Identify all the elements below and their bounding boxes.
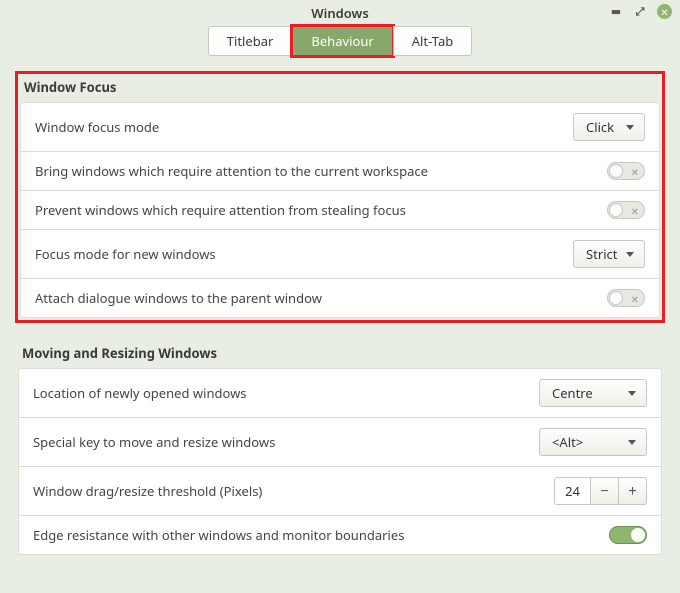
tab-behaviour-label: Behaviour bbox=[311, 32, 373, 50]
threshold-plus-button[interactable]: + bbox=[619, 477, 647, 505]
tab-titlebar[interactable]: Titlebar bbox=[208, 26, 293, 56]
tab-titlebar-label: Titlebar bbox=[227, 32, 274, 50]
edge-resistance-toggle[interactable] bbox=[609, 526, 647, 544]
maximize-icon[interactable]: ⤢ bbox=[633, 5, 647, 19]
tab-alttab[interactable]: Alt-Tab bbox=[393, 26, 473, 56]
tab-alttab-label: Alt-Tab bbox=[412, 32, 454, 50]
group-move-resize: Moving and Resizing Windows Location of … bbox=[18, 342, 662, 555]
row-threshold: Window drag/resize threshold (Pixels) 24… bbox=[18, 467, 662, 516]
special-key-value: <Alt> bbox=[552, 433, 583, 451]
close-icon[interactable]: ✕ bbox=[657, 4, 672, 19]
row-attach-dialogue: Attach dialogue windows to the parent wi… bbox=[20, 279, 660, 318]
edge-resistance-label: Edge resistance with other windows and m… bbox=[33, 526, 404, 544]
row-focus-mode: Window focus mode Click bbox=[20, 102, 660, 152]
special-key-label: Special key to move and resize windows bbox=[33, 433, 275, 451]
row-location: Location of newly opened windows Centre bbox=[18, 368, 662, 418]
group-title-move: Moving and Resizing Windows bbox=[18, 342, 662, 368]
row-new-focus-mode: Focus mode for new windows Strict bbox=[20, 230, 660, 279]
bring-attention-toggle[interactable]: ✕ bbox=[607, 162, 645, 180]
threshold-value[interactable]: 24 bbox=[554, 477, 591, 505]
prevent-steal-label: Prevent windows which require attention … bbox=[35, 201, 406, 219]
group-window-focus: Window Focus Window focus mode Click Bri… bbox=[18, 74, 662, 320]
chevron-down-icon bbox=[628, 440, 636, 445]
row-edge-resistance: Edge resistance with other windows and m… bbox=[18, 516, 662, 555]
chevron-down-icon bbox=[628, 391, 636, 396]
threshold-label: Window drag/resize threshold (Pixels) bbox=[33, 482, 262, 500]
tab-bar: Titlebar Behaviour Alt-Tab bbox=[0, 26, 680, 56]
focus-mode-dropdown[interactable]: Click bbox=[573, 113, 645, 141]
bring-attention-label: Bring windows which require attention to… bbox=[35, 162, 428, 180]
new-focus-mode-dropdown[interactable]: Strict bbox=[573, 240, 645, 268]
location-label: Location of newly opened windows bbox=[33, 384, 247, 402]
location-dropdown[interactable]: Centre bbox=[539, 379, 647, 407]
threshold-minus-button[interactable]: − bbox=[591, 477, 619, 505]
window-controls: ▬ ⤢ ✕ bbox=[609, 4, 672, 19]
new-focus-mode-value: Strict bbox=[586, 245, 618, 263]
threshold-spinner: 24 − + bbox=[554, 477, 647, 505]
new-focus-mode-label: Focus mode for new windows bbox=[35, 245, 216, 263]
window-title: Windows bbox=[311, 4, 368, 22]
location-value: Centre bbox=[552, 384, 593, 402]
prevent-steal-toggle[interactable]: ✕ bbox=[607, 201, 645, 219]
tab-behaviour[interactable]: Behaviour bbox=[292, 26, 392, 56]
row-special-key: Special key to move and resize windows <… bbox=[18, 418, 662, 467]
titlebar: Windows ▬ ⤢ ✕ bbox=[0, 0, 680, 26]
row-prevent-steal: Prevent windows which require attention … bbox=[20, 191, 660, 230]
chevron-down-icon bbox=[626, 125, 634, 130]
attach-dialogue-toggle[interactable]: ✕ bbox=[607, 289, 645, 307]
minimize-icon[interactable]: ▬ bbox=[609, 5, 623, 19]
chevron-down-icon bbox=[626, 252, 634, 257]
group-title-focus: Window Focus bbox=[20, 76, 660, 102]
special-key-dropdown[interactable]: <Alt> bbox=[539, 428, 647, 456]
row-bring-attention: Bring windows which require attention to… bbox=[20, 152, 660, 191]
attach-dialogue-label: Attach dialogue windows to the parent wi… bbox=[35, 289, 322, 307]
focus-mode-label: Window focus mode bbox=[35, 118, 159, 136]
focus-mode-value: Click bbox=[586, 118, 614, 136]
